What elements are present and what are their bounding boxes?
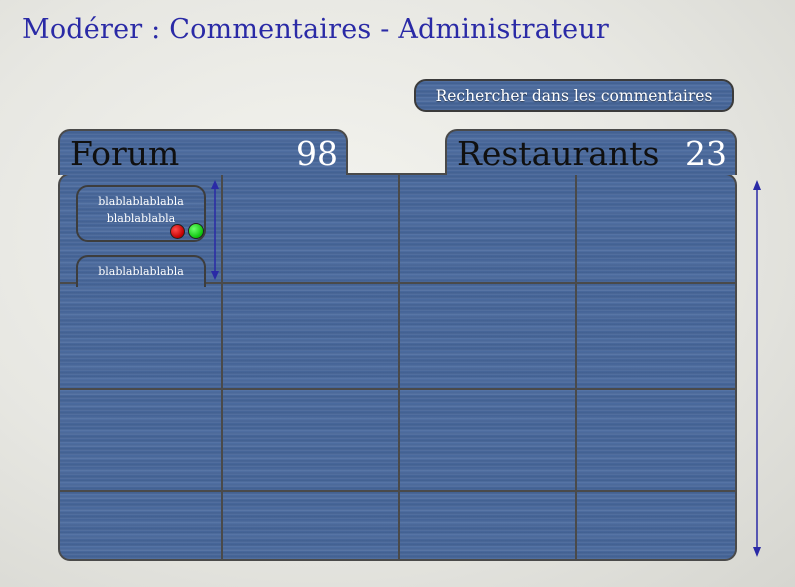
grid-divider [60,490,735,492]
comment-text-line: blablablablabla [98,195,184,208]
grid-divider [60,388,735,390]
tab-forum-count: 98 [296,133,338,173]
comment-text-line: blablablablabla [98,265,184,278]
grid-divider [575,175,577,559]
approve-dot-icon[interactable] [188,223,204,239]
reject-dot-icon[interactable] [170,224,185,239]
comment-card[interactable]: blablablablabla [76,255,206,287]
search-comments-button[interactable]: Rechercher dans les commentaires [414,79,734,112]
cell-scroll-arrow-icon[interactable] [208,180,222,280]
tab-restaurants[interactable]: Restaurants 23 [445,129,737,175]
tab-forum[interactable]: Forum 98 [58,129,348,175]
comment-text-line: blablablabla [106,212,176,225]
tab-restaurants-count: 23 [685,133,727,173]
tab-forum-label: Forum [70,133,180,173]
comment-card[interactable]: blablablablabla blablablabla [76,185,206,242]
page-title: Modérer : Commentaires - Administrateur [22,14,609,45]
search-comments-label: Rechercher dans les commentaires [435,86,713,105]
tab-restaurants-label: Restaurants [457,133,660,173]
comments-grid-panel: blablablablabla blablablabla blablablabl… [58,173,737,561]
grid-divider [398,175,400,559]
vertical-scroll-arrow-icon[interactable] [750,180,764,557]
